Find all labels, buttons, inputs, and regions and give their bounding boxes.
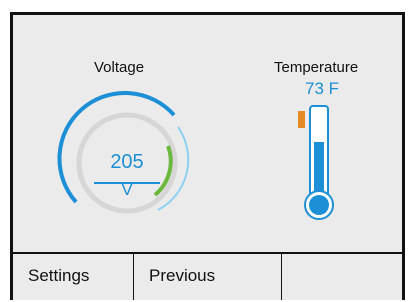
display-screen: Voltage Temperature 73 F 205 V Settings … xyxy=(10,12,405,300)
empty-softkey-button[interactable] xyxy=(282,254,402,300)
voltage-unit: V xyxy=(121,180,133,199)
bottom-menu-bar: Settings Previous xyxy=(13,252,402,300)
temperature-value: 73 F xyxy=(305,79,340,98)
thermometer-bulb-fill xyxy=(309,195,329,215)
voltage-title: Voltage xyxy=(94,59,145,76)
settings-button[interactable]: Settings xyxy=(13,254,134,300)
temperature-title: Temperature xyxy=(274,59,359,76)
gauges-graphic xyxy=(57,91,334,220)
temperature-marker xyxy=(298,111,305,128)
voltage-value: 205 xyxy=(110,151,144,173)
previous-button[interactable]: Previous xyxy=(134,254,282,300)
